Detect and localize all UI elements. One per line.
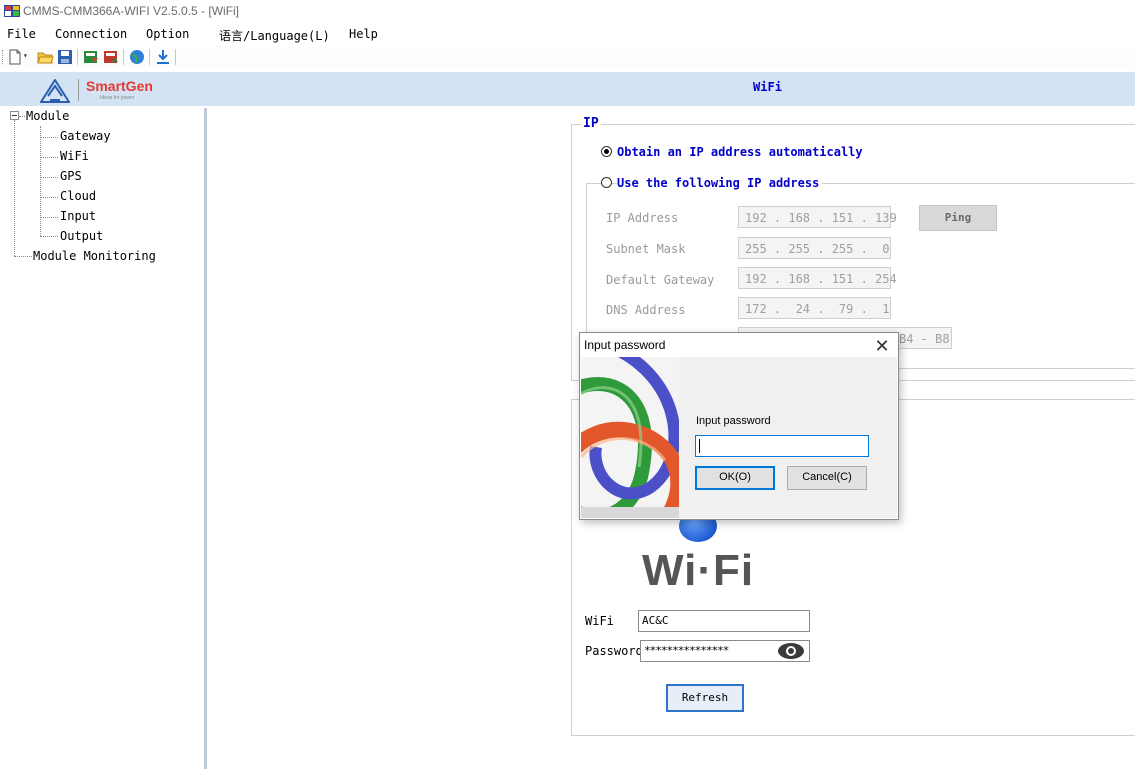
dialog-rings-image — [581, 357, 679, 518]
manual-ip-radio[interactable] — [601, 177, 612, 188]
toolbar-separator — [149, 49, 150, 65]
tree-connector — [19, 116, 25, 117]
toolbar-separator — [123, 49, 124, 65]
new-dropdown-icon[interactable]: ▾ — [23, 51, 28, 60]
window-title: CMMS-CMM366A-WIFI V2.5.0.5 - [WiFi] — [23, 4, 240, 18]
tree-item-module[interactable]: Module — [26, 109, 69, 123]
menu-connection[interactable]: Connection — [55, 27, 127, 41]
dns-address-label: DNS Address — [606, 303, 686, 317]
default-gateway-field[interactable]: 192 . 168 . 151 . 254 — [738, 267, 897, 289]
close-icon[interactable]: ✕ — [870, 334, 894, 358]
ping-button[interactable]: Ping — [919, 205, 997, 231]
menu-file[interactable]: File — [7, 27, 36, 41]
dialog-body: Input password OK(O) Cancel(C) — [581, 357, 897, 518]
open-folder-icon[interactable] — [36, 48, 54, 66]
menu-option[interactable]: Option — [146, 27, 189, 41]
wifi-group-border — [571, 399, 572, 735]
tree-item-gps[interactable]: GPS — [60, 169, 82, 183]
wifi-logo: Wi·Fi — [642, 546, 755, 595]
dialog-prompt: Input password — [696, 415, 771, 427]
ip-group-border — [571, 124, 1135, 125]
tree-connector — [40, 177, 58, 178]
tree-item-gateway[interactable]: Gateway — [60, 129, 111, 143]
menu-language[interactable]: 语言/Language(L) — [219, 27, 330, 44]
manual-ip-label[interactable]: Use the following IP address — [617, 176, 823, 190]
refresh-button[interactable]: Refresh — [666, 684, 744, 712]
save-icon[interactable] — [56, 48, 74, 66]
ip-address-field[interactable]: 192 . 168 . 151 . 139 — [738, 206, 897, 228]
subnet-mask-field[interactable]: 255 . 255 . 255 . 0 — [738, 237, 891, 259]
default-gateway-label: Default Gateway — [606, 273, 715, 287]
ip-group-legend: IP — [581, 116, 601, 131]
toolbar-separator — [77, 49, 78, 65]
navigation-tree — [8, 108, 207, 769]
title-bar: CMMS-CMM366A-WIFI V2.5.0.5 - [WiFi] — [0, 0, 1135, 22]
wifi-ssid-label: WiFi — [585, 614, 614, 628]
page-title: WiFi — [753, 80, 782, 94]
auto-ip-label[interactable]: Obtain an IP address automatically — [617, 145, 863, 159]
wifi-password-label: Password — [585, 644, 643, 658]
tree-item-input[interactable]: Input — [60, 209, 96, 223]
app-icon — [4, 5, 20, 17]
toolbar-separator — [175, 49, 176, 65]
tree-item-cloud[interactable]: Cloud — [60, 189, 96, 203]
subnet-mask-label: Subnet Mask — [606, 242, 686, 256]
write-params-icon[interactable] — [102, 48, 120, 66]
brand-tagline: Ideas for power — [100, 95, 135, 101]
cancel-button[interactable]: Cancel(C) — [787, 466, 867, 490]
menu-help[interactable]: Help — [349, 27, 378, 41]
text-caret — [699, 439, 700, 453]
tree-connector — [40, 137, 58, 138]
globe-icon[interactable] — [128, 48, 146, 66]
tree-item-output[interactable]: Output — [60, 229, 103, 243]
ip-group-border — [571, 124, 572, 380]
tree-connector — [14, 120, 15, 256]
input-password-dialog: Input password ✕ Input password OK(O) Ca… — [579, 332, 899, 520]
toolbar-grip — [2, 50, 5, 64]
show-password-eye-icon[interactable] — [777, 641, 805, 661]
tree-connector — [40, 236, 58, 237]
tree-item-module-monitoring[interactable]: Module Monitoring — [33, 249, 156, 263]
dialog-title: Input password — [584, 338, 666, 352]
auto-ip-radio[interactable] — [601, 146, 612, 157]
toolbar: ▾ — [0, 46, 1135, 68]
password-input[interactable] — [695, 435, 869, 457]
download-icon[interactable] — [154, 48, 172, 66]
collapse-toggle-icon[interactable] — [10, 111, 19, 120]
tree-connector — [40, 217, 58, 218]
wifi-ssid-input[interactable]: AC&C — [638, 610, 810, 632]
ok-button[interactable]: OK(O) — [695, 466, 775, 490]
tree-connector — [40, 157, 58, 158]
tree-connector — [14, 256, 32, 257]
tree-item-wifi[interactable]: WiFi — [60, 149, 89, 163]
dns-address-field[interactable]: 172 . 24 . 79 . 1 — [738, 297, 891, 319]
new-file-icon[interactable] — [6, 48, 24, 66]
menu-bar: File Connection Option 语言/Language(L) He… — [0, 22, 1135, 46]
tree-connector — [40, 126, 41, 236]
ip-address-label: IP Address — [606, 211, 679, 225]
read-params-icon[interactable] — [82, 48, 100, 66]
tree-connector — [40, 197, 58, 198]
wifi-group-border — [571, 735, 1135, 736]
